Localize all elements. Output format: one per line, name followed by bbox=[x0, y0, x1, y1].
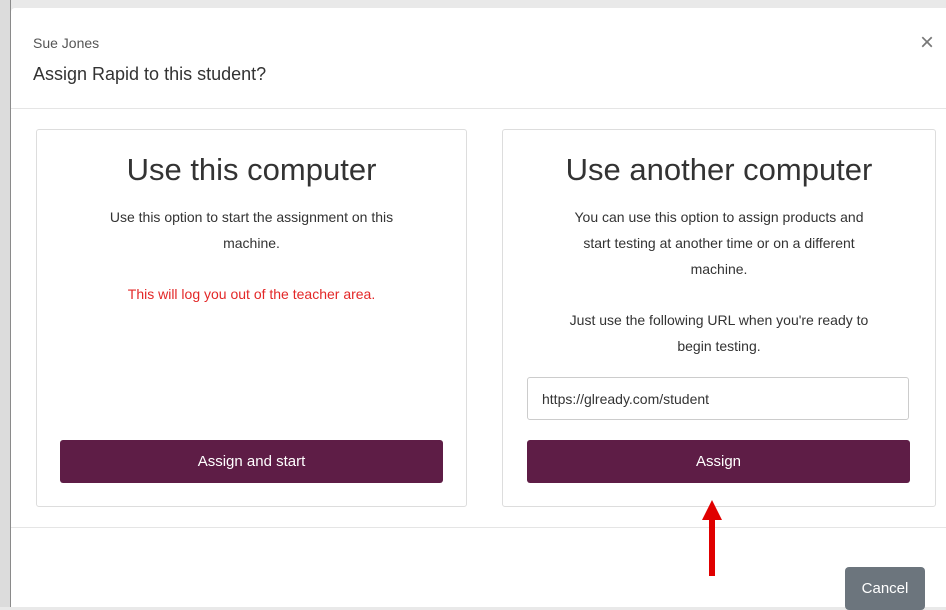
cancel-button[interactable]: Cancel bbox=[845, 567, 925, 610]
url-hint-line2: begin testing. bbox=[677, 338, 761, 354]
card-description-line2: start testing at another time or on a di… bbox=[583, 235, 855, 251]
card-heading: Use another computer bbox=[565, 152, 873, 187]
arrow-up-icon bbox=[702, 500, 722, 576]
footer-divider bbox=[11, 527, 946, 528]
card-description-line1: You can use this option to assign produc… bbox=[574, 209, 864, 225]
use-this-computer-card: Use this computer Use this option to sta… bbox=[36, 129, 467, 507]
assign-and-start-button[interactable]: Assign and start bbox=[60, 440, 443, 483]
card-heading: Use this computer bbox=[126, 152, 377, 187]
card-description-line3: machine. bbox=[690, 261, 748, 277]
assign-button[interactable]: Assign bbox=[527, 440, 910, 483]
student-url-field[interactable] bbox=[527, 377, 909, 420]
assign-modal: Sue Jones Assign Rapid to this student? … bbox=[11, 8, 946, 607]
modal-title: Assign Rapid to this student? bbox=[33, 64, 267, 84]
background-page-edge bbox=[0, 0, 11, 607]
logout-warning: This will log you out of the teacher are… bbox=[127, 286, 376, 302]
modal-header: Sue Jones Assign Rapid to this student? … bbox=[11, 8, 946, 109]
student-name: Sue Jones bbox=[33, 35, 100, 51]
use-another-computer-card: Use another computer You can use this op… bbox=[502, 129, 936, 507]
card-description-line2: machine. bbox=[223, 235, 280, 251]
close-icon[interactable]: × bbox=[916, 30, 938, 56]
card-description-line1: Use this option to start the assignment … bbox=[109, 209, 394, 225]
url-hint-line1: Just use the following URL when you're r… bbox=[569, 312, 869, 328]
